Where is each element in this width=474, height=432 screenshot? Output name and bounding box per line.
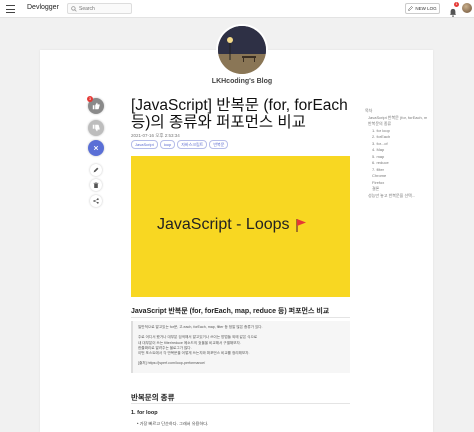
blog-avatar xyxy=(218,26,266,74)
post-title-line-2: 등)의 종류와 퍼포먼스 비교 xyxy=(131,114,306,131)
close-button[interactable] xyxy=(88,140,104,156)
intro-quote: 일반적으로 알고있는 for문, 고.each, forEach, map, f… xyxy=(131,321,350,373)
hero-text: JavaScript - Loops xyxy=(157,216,307,234)
dislike-button[interactable] xyxy=(88,120,104,136)
tag-list: JavaScript loop 자바스크립트 반복문 xyxy=(131,140,229,149)
search-box[interactable] xyxy=(67,3,132,14)
edit-button[interactable] xyxy=(90,164,102,176)
delete-button[interactable] xyxy=(90,179,102,191)
table-of-contents: 목차 JavaScript 반복문 (for, forEach, map...)… xyxy=(365,108,427,199)
edit-icon xyxy=(93,167,99,173)
like-button[interactable]: 3 xyxy=(87,96,104,114)
share-icon xyxy=(93,198,99,204)
top-bar: Devlogger NEW LOG 1 xyxy=(0,0,474,18)
bullet-text: 가장 빠르고 단순하다. 그래서 유용하다. xyxy=(139,421,209,426)
tag-chip[interactable]: 반복문 xyxy=(209,140,229,149)
tag-chip[interactable]: 자바스크립트 xyxy=(177,140,208,149)
blog-avatar-image xyxy=(218,26,266,74)
divider xyxy=(131,403,350,404)
user-avatar[interactable] xyxy=(462,3,472,13)
thumbs-up-icon xyxy=(92,102,100,110)
search-input[interactable] xyxy=(79,5,129,13)
section-heading: 반복문의 종류 xyxy=(131,393,175,402)
brand-logo[interactable]: Devlogger xyxy=(27,4,59,11)
notification-badge: 1 xyxy=(454,2,459,7)
quote-link[interactable]: [출처] https://jsperf.com/loop-performance… xyxy=(138,361,345,366)
toc-item[interactable]: 성능만 놓고 반복문을 선택... xyxy=(365,193,427,200)
pencil-icon xyxy=(408,6,414,11)
notifications-button[interactable]: 1 xyxy=(449,2,459,17)
flag-icon xyxy=(295,219,306,232)
post-subtitle: JavaScript 반복문 (for, forEach, map, reduc… xyxy=(131,308,330,315)
subsection-heading: 1. for loop xyxy=(131,410,158,416)
menu-icon[interactable] xyxy=(6,5,15,13)
tag-chip[interactable]: JavaScript xyxy=(131,140,158,149)
blog-name[interactable]: LKHcoding's Blog xyxy=(180,78,304,85)
bullet-item: • 가장 빠르고 단순하다. 그래서 유용하다. xyxy=(137,421,209,426)
divider xyxy=(131,317,350,318)
share-button[interactable] xyxy=(90,195,102,207)
tag-chip[interactable]: loop xyxy=(159,140,176,149)
new-log-label: NEW LOG xyxy=(415,6,437,11)
post-date: 2021-07-16 오후 2:53:34 xyxy=(131,133,180,138)
close-icon xyxy=(93,145,99,151)
bell-icon xyxy=(449,8,457,17)
hero-caption: JavaScript - Loops xyxy=(157,216,290,233)
thumbs-down-icon xyxy=(92,124,100,132)
like-count: 3 xyxy=(87,96,93,102)
new-log-button[interactable]: NEW LOG xyxy=(405,3,440,14)
hero-image: JavaScript - Loops xyxy=(131,156,350,297)
trash-icon xyxy=(93,182,99,188)
search-icon xyxy=(71,6,77,12)
post-title-line-1: [JavaScript] 반복문 (for, forEach xyxy=(131,97,348,114)
post-title: [JavaScript] 반복문 (for, forEach 등)의 종류와 퍼… xyxy=(131,97,356,131)
